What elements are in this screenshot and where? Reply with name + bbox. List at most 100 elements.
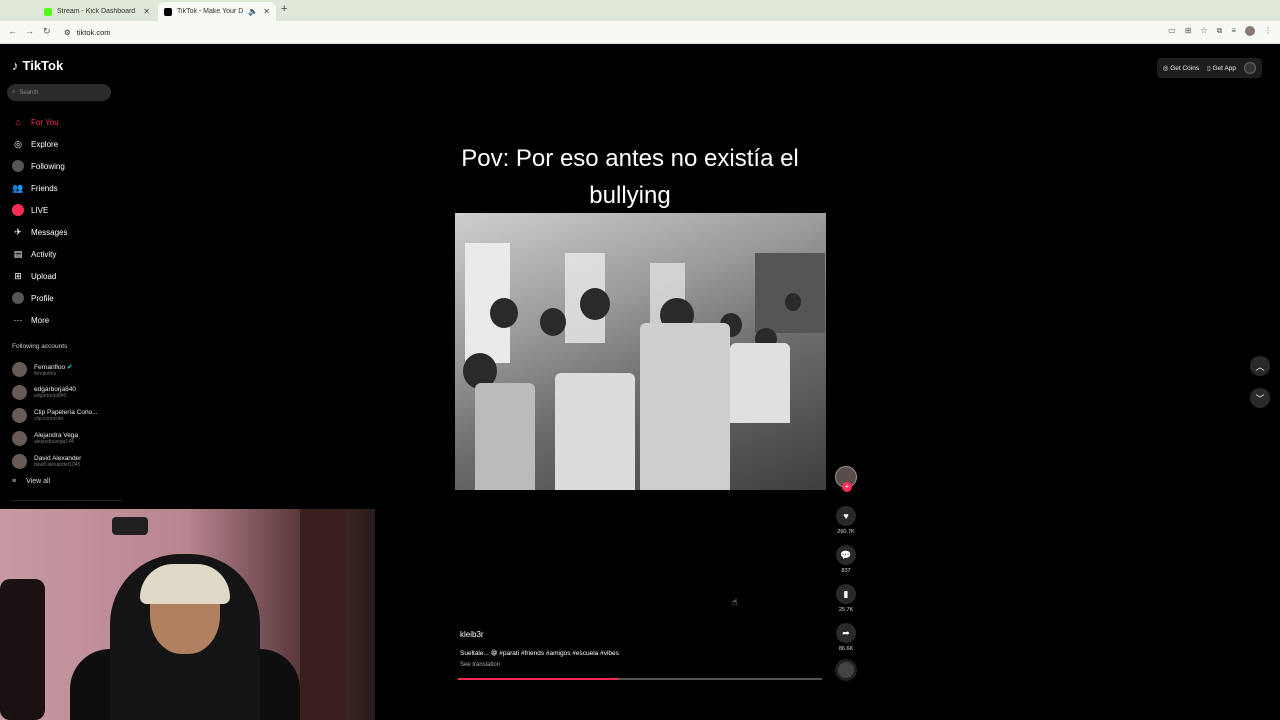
video-progress-bar[interactable] xyxy=(458,678,822,680)
url-text: tiktok.com xyxy=(76,28,111,37)
sidebar-item-label: More xyxy=(31,315,50,325)
tab-kick-dashboard[interactable]: Stream - Kick Dashboard ✕ xyxy=(38,2,156,21)
share-button[interactable]: ➦ xyxy=(836,623,856,643)
chevron-down-icon: ﹀ xyxy=(1255,393,1265,404)
save-count: 25.7K xyxy=(838,607,854,613)
previous-video-button[interactable]: ︿ xyxy=(1250,356,1270,376)
cast-icon[interactable]: ▭ xyxy=(1168,26,1176,36)
get-coins-button[interactable]: ◎ Get Coins xyxy=(1163,64,1199,72)
account-handle: edgarborja840 xyxy=(34,393,67,399)
sidebar-item-more[interactable]: ··· More xyxy=(12,309,122,331)
close-icon[interactable]: ✕ xyxy=(263,7,270,16)
sidebar-item-label: Profile xyxy=(31,293,54,303)
chevron-up-icon: ︿ xyxy=(1255,361,1265,372)
search-icon: ⌕ xyxy=(12,89,16,95)
sidebar-item-for-you[interactable]: ⌂ For You xyxy=(12,111,122,133)
account-name: Clip Papelería Cono... xyxy=(34,409,98,416)
account-handle: clip.conocoto xyxy=(34,416,64,422)
comment-icon: 💬 xyxy=(840,549,852,560)
bookmark-icon: ▮ xyxy=(843,588,849,599)
extensions-icon[interactable]: ⧉ xyxy=(1217,26,1223,36)
tab-title: Stream - Kick Dashboard xyxy=(57,8,136,15)
verified-icon: ✔ xyxy=(66,363,73,371)
save-button[interactable]: ▮ xyxy=(836,584,856,604)
site-info-icon[interactable]: ⚙ xyxy=(64,28,71,37)
avatar-icon xyxy=(12,160,24,172)
account-handle: alejandravega144 xyxy=(34,439,74,445)
kick-favicon-icon xyxy=(44,7,52,16)
sidebar-item-profile[interactable]: Profile xyxy=(12,287,122,309)
next-video-button[interactable]: ﹀ xyxy=(1250,388,1270,408)
account-handle: david.alexander1045 xyxy=(34,462,81,468)
coin-icon: ◎ xyxy=(1162,65,1169,72)
view-all-link[interactable]: ≡ View all xyxy=(12,478,50,485)
like-button[interactable]: ♥ xyxy=(836,506,856,526)
url-input[interactable]: ⚙ tiktok.com xyxy=(60,24,1140,41)
menu-list-icon[interactable]: ≡ xyxy=(1231,26,1236,36)
video-meta: kleib3r Sueltale... 😁 #parati #friends #… xyxy=(460,630,825,668)
new-tab-button[interactable]: + xyxy=(281,3,287,15)
phone-icon: ▯ xyxy=(1207,65,1211,72)
account-name: Alejandra Vega xyxy=(34,432,79,439)
share-count: 86.6K xyxy=(838,646,854,652)
top-actions: ◎ Get Coins ▯ Get App xyxy=(1156,58,1262,78)
see-translation-link[interactable]: See translation xyxy=(460,662,825,668)
mouse-cursor-icon: ☝ xyxy=(732,597,738,607)
sidebar-item-label: Messages xyxy=(31,227,68,237)
sidebar-item-label: LIVE xyxy=(31,205,49,215)
sidebar-item-following[interactable]: Following xyxy=(12,155,122,177)
creator-avatar[interactable]: + xyxy=(835,466,857,492)
back-icon[interactable]: ← xyxy=(8,26,17,36)
video-caption: Pov: Por eso antes no existía el bullyin… xyxy=(461,145,799,209)
share-icon: ➦ xyxy=(842,627,850,638)
get-app-label: Get App xyxy=(1212,65,1237,72)
divider xyxy=(12,500,122,501)
translate-icon[interactable]: ⊞ xyxy=(1185,26,1192,36)
video-player[interactable] xyxy=(455,213,826,490)
forward-icon[interactable]: → xyxy=(25,26,34,36)
tiktok-logo[interactable]: ♪ TikTok xyxy=(12,58,63,73)
list-item[interactable]: Fernanfloo ✔ fernanfloo xyxy=(12,358,122,381)
account-name: David Alexander xyxy=(34,455,82,462)
close-icon[interactable]: ✕ xyxy=(143,7,150,16)
sidebar-item-live[interactable]: LIVE xyxy=(12,199,122,221)
logo-text: TikTok xyxy=(22,58,64,73)
messages-icon: ✈ xyxy=(14,226,22,237)
view-all-label: View all xyxy=(26,478,51,485)
browser-tab-bar: Stream - Kick Dashboard ✕ TikTok - Make … xyxy=(0,0,1280,21)
webcam-overlay xyxy=(0,509,375,720)
search-input[interactable]: ⌕ Search xyxy=(7,84,111,101)
sidebar-item-messages[interactable]: ✈ Messages xyxy=(12,221,122,243)
avatar[interactable] xyxy=(1244,62,1256,74)
video-username[interactable]: kleib3r xyxy=(460,630,825,639)
avatar xyxy=(12,385,27,400)
music-disc-icon[interactable] xyxy=(835,659,857,681)
progress-fill xyxy=(458,678,619,680)
tab-title: TikTok - Make Your Day xyxy=(177,8,244,15)
speaker-icon[interactable]: 🔈 xyxy=(248,7,258,16)
sidebar-nav: ⌂ For You ◎ Explore Following 👥 Friends … xyxy=(12,111,122,331)
comment-button[interactable]: 💬 xyxy=(836,545,856,565)
sidebar-item-friends[interactable]: 👥 Friends xyxy=(12,177,122,199)
reload-icon[interactable]: ↻ xyxy=(43,26,51,37)
address-bar-row: ← → ↻ ⚙ tiktok.com ▭ ⊞ ☆ ⧉ ≡ ⋮ xyxy=(0,21,1280,44)
get-app-button[interactable]: ▯ Get App xyxy=(1207,64,1236,72)
profile-avatar[interactable] xyxy=(1245,26,1255,36)
follow-plus-icon[interactable]: + xyxy=(842,482,852,492)
account-handle: fernanfloo xyxy=(34,370,57,377)
live-icon xyxy=(12,204,24,216)
star-icon[interactable]: ☆ xyxy=(1200,26,1207,36)
list-item[interactable]: Clip Papelería Cono... clip.conocoto xyxy=(12,404,122,427)
sidebar-item-explore[interactable]: ◎ Explore xyxy=(12,133,122,155)
list-item[interactable]: Alejandra Vega alejandravega144 xyxy=(12,427,122,450)
sidebar-item-label: Explore xyxy=(31,139,59,149)
video-actions: + ♥ 260.7K 💬 837 ▮ 25.7K ➦ 86.6K xyxy=(834,466,858,662)
sidebar-item-upload[interactable]: ⊞ Upload xyxy=(12,265,122,287)
kebab-menu-icon[interactable]: ⋮ xyxy=(1264,26,1272,36)
compass-icon: ◎ xyxy=(14,138,22,149)
get-coins-label: Get Coins xyxy=(1170,65,1200,72)
list-item[interactable]: edgarborja840 edgarborja840 xyxy=(12,381,122,404)
sidebar-item-activity[interactable]: ▤ Activity xyxy=(12,243,122,265)
list-item[interactable]: David Alexander david.alexander1045 xyxy=(12,450,122,473)
tab-tiktok[interactable]: TikTok - Make Your Day 🔈 ✕ xyxy=(158,2,276,21)
